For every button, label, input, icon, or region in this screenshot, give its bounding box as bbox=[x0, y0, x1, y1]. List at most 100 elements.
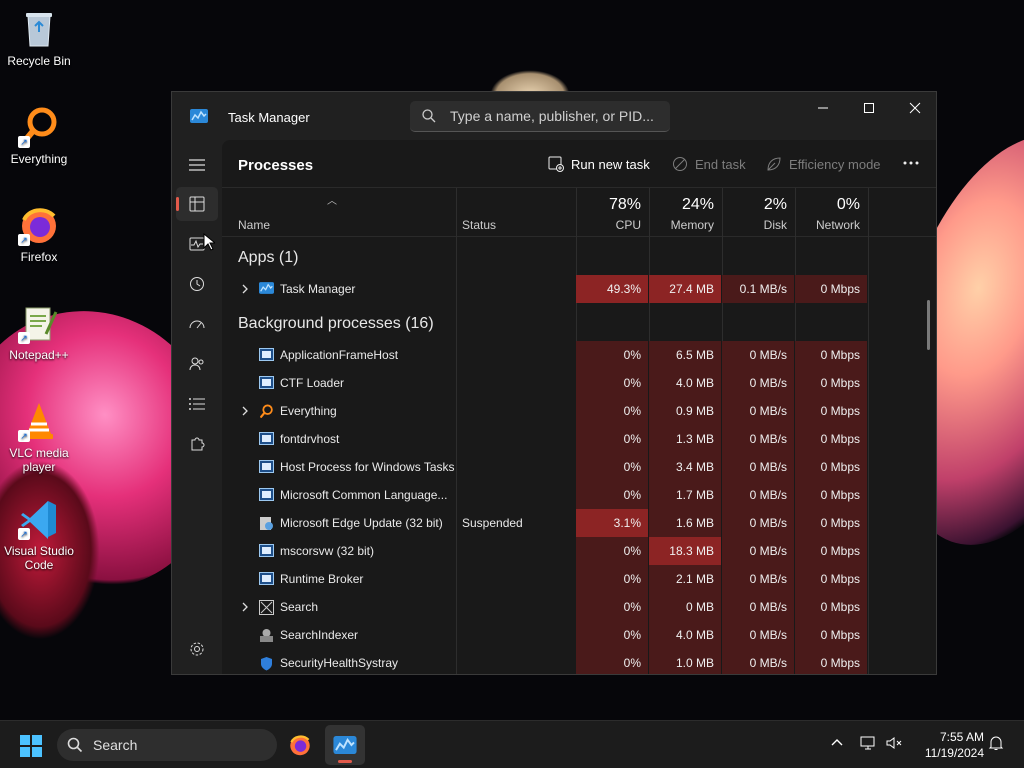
column-header-name[interactable]: Name bbox=[232, 188, 456, 237]
process-name: CTF Loader bbox=[280, 376, 345, 390]
nav-details[interactable] bbox=[176, 387, 218, 421]
process-network-cell: 0 Mbps bbox=[795, 481, 867, 509]
process-network-cell: 0 Mbps bbox=[795, 425, 867, 453]
process-row[interactable]: Host Process for Windows Tasks 0% 3.4 MB 0 … bbox=[222, 453, 868, 481]
desktop-icon-recycle-bin[interactable]: Recycle Bin bbox=[0, 8, 78, 68]
process-search-input[interactable] bbox=[450, 101, 660, 131]
process-name: Host Process for Windows Tasks bbox=[280, 460, 455, 474]
vertical-scrollbar[interactable] bbox=[927, 300, 930, 350]
group-spacer-cell bbox=[795, 243, 867, 269]
window-process-icon bbox=[259, 544, 274, 558]
end-task-button[interactable]: End task bbox=[672, 156, 746, 172]
process-memory-cell: 4.0 MB bbox=[649, 369, 721, 397]
taskbar-app-task-manager[interactable] bbox=[325, 725, 365, 765]
desktop-icon-vlc[interactable]: ↗ VLC media player bbox=[0, 400, 78, 474]
process-row[interactable]: ApplicationFrameHost 0% 6.5 MB 0 MB/s 0 Mbps bbox=[222, 341, 868, 369]
process-cpu-cell: 0% bbox=[576, 453, 648, 481]
process-row[interactable]: mscorsvw (32 bit) 0% 18.3 MB 0 MB/s 0 Mbps bbox=[222, 537, 868, 565]
nav-startup-apps[interactable] bbox=[176, 307, 218, 341]
process-network-cell: 0 Mbps bbox=[795, 397, 867, 425]
column-header-network[interactable]: 0% Network bbox=[795, 188, 868, 237]
nav-hamburger-button[interactable] bbox=[176, 148, 218, 182]
everything-process-icon bbox=[259, 404, 274, 418]
shield-process-icon bbox=[259, 656, 274, 671]
everything-search-icon: ↗ bbox=[18, 106, 60, 148]
process-row[interactable]: SearchIndexer 0% 4.0 MB 0 MB/s 0 Mbps bbox=[222, 621, 868, 649]
system-clock[interactable]: 7:55 AM 11/19/2024 bbox=[912, 729, 984, 761]
nav-users[interactable] bbox=[176, 347, 218, 381]
task-manager-window: Task Manager Type a name, publisher, or … bbox=[171, 91, 937, 675]
task-manager-app-icon bbox=[190, 109, 208, 123]
vlc-icon: ↗ bbox=[18, 400, 60, 442]
title-bar[interactable]: Task Manager bbox=[172, 92, 936, 140]
window-process-icon bbox=[259, 460, 274, 474]
firefox-icon: ↗ bbox=[18, 204, 60, 246]
taskbar-app-firefox[interactable] bbox=[280, 725, 320, 765]
process-row[interactable]: Microsoft Common Language... 0% 1.7 MB 0 MB… bbox=[222, 481, 868, 509]
network-tray-button[interactable] bbox=[860, 735, 878, 756]
column-header-disk[interactable]: 2% Disk bbox=[722, 188, 795, 237]
start-button[interactable] bbox=[20, 735, 42, 757]
column-header-memory[interactable]: 24% Memory bbox=[649, 188, 722, 237]
process-disk-cell: 0 MB/s bbox=[722, 453, 794, 481]
desktop-icon-vscode[interactable]: ↗ Visual Studio Code bbox=[0, 498, 78, 572]
process-row[interactable]: SecurityHealthSystray 0% 1.0 MB 0 MB/s 0 Mbp… bbox=[222, 649, 868, 674]
process-name: fontdrvhost bbox=[280, 432, 340, 446]
process-disk-cell: 0 MB/s bbox=[722, 369, 794, 397]
group-spacer-cell bbox=[649, 243, 721, 269]
close-button[interactable] bbox=[892, 92, 938, 124]
desktop-icon-firefox[interactable]: ↗ Firefox bbox=[0, 204, 78, 264]
window-title: Task Manager bbox=[228, 110, 310, 125]
process-network-cell: 0 Mbps bbox=[795, 453, 867, 481]
group-spacer-cell bbox=[795, 309, 867, 335]
process-cpu-cell: 0% bbox=[576, 593, 648, 621]
process-row[interactable]: fontdrvhost 0% 1.3 MB 0 MB/s 0 Mbps bbox=[222, 425, 868, 453]
notifications-button[interactable] bbox=[988, 735, 1004, 756]
process-row[interactable]: Runtime Broker 0% 2.1 MB 0 MB/s 0 Mbps bbox=[222, 565, 868, 593]
maximize-button[interactable] bbox=[846, 92, 892, 124]
nav-processes[interactable] bbox=[176, 187, 218, 221]
efficiency-mode-button[interactable]: Efficiency mode bbox=[766, 156, 881, 172]
process-cpu-cell: 49.3% bbox=[576, 275, 648, 303]
process-disk-cell: 0 MB/s bbox=[722, 341, 794, 369]
process-status: Suspended bbox=[462, 516, 523, 530]
nav-services[interactable] bbox=[176, 427, 218, 461]
column-header-status[interactable]: Status bbox=[456, 188, 576, 237]
minimize-button[interactable] bbox=[800, 92, 846, 124]
process-memory-cell: 27.4 MB bbox=[649, 275, 721, 303]
process-row[interactable]: Microsoft Edge Update (32 bit) Suspended 3… bbox=[222, 509, 868, 537]
notepadpp-icon: ↗ bbox=[18, 302, 60, 344]
run-new-task-icon bbox=[548, 156, 564, 172]
edgeupdate-process-icon bbox=[259, 516, 274, 530]
search-process-icon bbox=[259, 600, 274, 615]
process-row[interactable]: Everything 0% 0.9 MB 0 MB/s 0 Mbps bbox=[222, 397, 868, 425]
chevron-up-icon bbox=[831, 739, 843, 746]
more-options-button[interactable] bbox=[902, 154, 920, 172]
run-new-task-button[interactable]: Run new task bbox=[548, 156, 650, 172]
desktop-icon-notepadpp[interactable]: ↗ Notepad++ bbox=[0, 302, 78, 362]
indexer-process-icon bbox=[259, 628, 274, 642]
process-row[interactable]: CTF Loader 0% 4.0 MB 0 MB/s 0 Mbps bbox=[222, 369, 868, 397]
taskbar-search-box[interactable]: Search bbox=[57, 729, 277, 761]
clock-date: 11/19/2024 bbox=[924, 746, 984, 760]
nav-app-history[interactable] bbox=[176, 267, 218, 301]
services-puzzle-icon bbox=[191, 437, 205, 451]
nav-settings[interactable] bbox=[176, 632, 218, 666]
process-memory-cell: 2.1 MB bbox=[649, 565, 721, 593]
process-row[interactable]: Search 0% 0 MB 0 MB/s 0 Mbps bbox=[222, 593, 868, 621]
process-search-box[interactable] bbox=[410, 101, 670, 132]
expand-chevron-icon[interactable] bbox=[240, 283, 250, 294]
volume-tray-button[interactable] bbox=[886, 735, 902, 756]
group-spacer-cell bbox=[576, 309, 648, 335]
process-memory-cell: 1.3 MB bbox=[649, 425, 721, 453]
clock-time: 7:55 AM bbox=[939, 730, 984, 744]
process-disk-cell: 0.1 MB/s bbox=[722, 275, 794, 303]
details-list-icon bbox=[189, 398, 205, 410]
expand-chevron-icon[interactable] bbox=[240, 601, 250, 612]
process-row[interactable]: Task Manager 49.3% 27.4 MB 0.1 MB/s 0 Mbps bbox=[222, 275, 868, 303]
expand-chevron-icon[interactable] bbox=[240, 405, 250, 416]
process-disk-cell: 0 MB/s bbox=[722, 425, 794, 453]
column-header-cpu[interactable]: 78% CPU bbox=[576, 188, 649, 237]
show-hidden-icons-button[interactable] bbox=[830, 735, 844, 754]
desktop-icon-everything[interactable]: ↗ Everything bbox=[0, 106, 78, 166]
